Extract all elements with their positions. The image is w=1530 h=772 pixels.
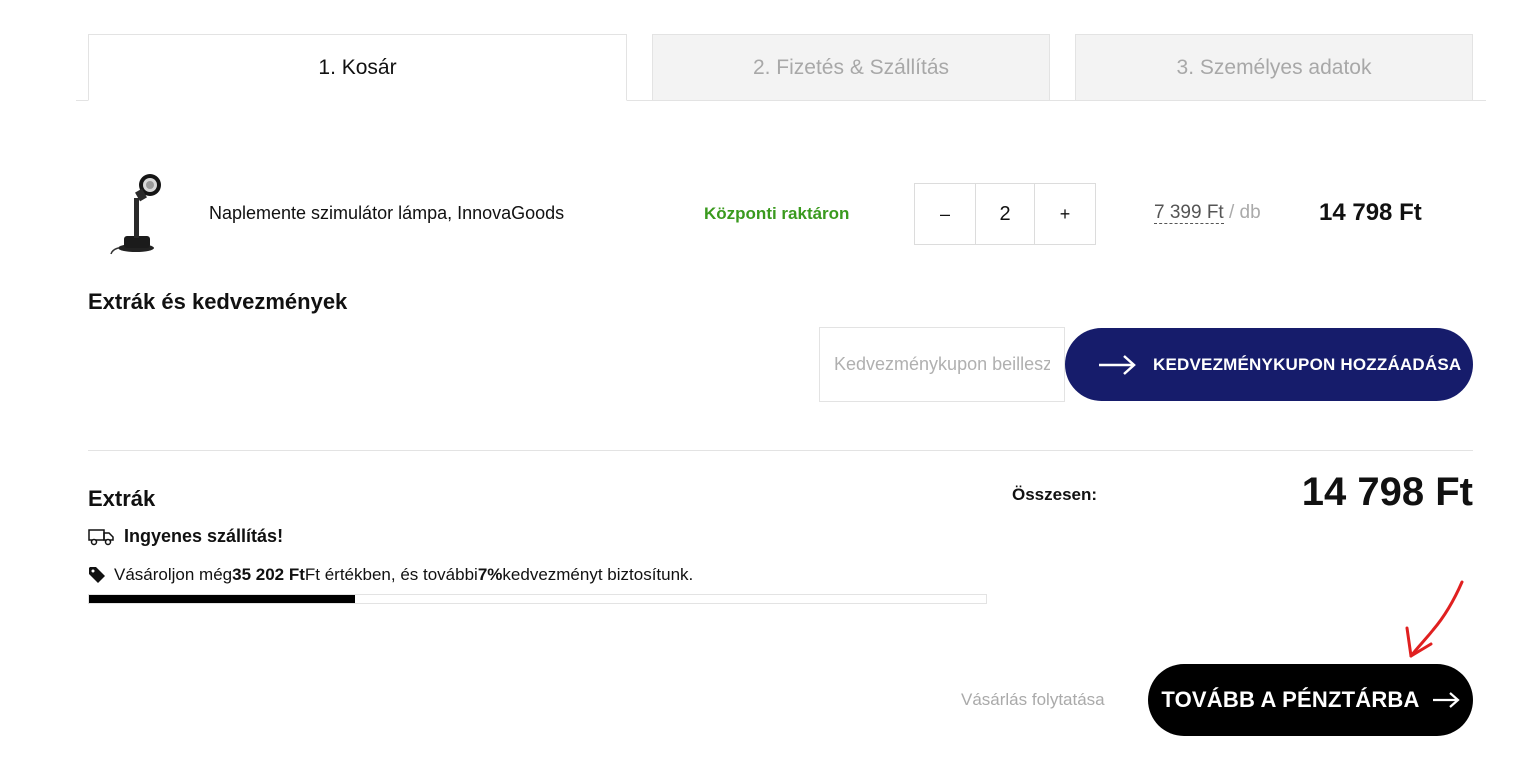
promo-suffix: kedvezményt biztosítunk. bbox=[502, 565, 694, 584]
extras-discounts-title: Extrák és kedvezmények bbox=[88, 289, 348, 314]
quantity-value[interactable]: 2 bbox=[975, 184, 1035, 244]
total-value: 14 798 Ft bbox=[1301, 470, 1473, 514]
arrow-right-icon bbox=[1432, 692, 1460, 708]
promo-prefix: Vásároljon még bbox=[114, 565, 233, 584]
quantity-stepper: – 2 + bbox=[914, 183, 1096, 245]
stock-status: Központi raktáron bbox=[704, 204, 850, 223]
promo-percent: 7% bbox=[477, 565, 503, 584]
line-total: 14 798 Ft bbox=[1319, 199, 1422, 226]
section-divider bbox=[88, 450, 1473, 451]
tag-icon bbox=[89, 567, 105, 583]
promo-middle: Ft értékben, és további bbox=[304, 565, 478, 584]
tab-cart[interactable]: 1. Kosár bbox=[88, 34, 627, 101]
checkout-button[interactable]: TOVÁBB A PÉNZTÁRBA bbox=[1148, 664, 1473, 736]
coupon-input[interactable] bbox=[819, 327, 1065, 402]
tab-personal-data[interactable]: 3. Személyes adatok bbox=[1075, 34, 1473, 101]
quantity-increase-button[interactable]: + bbox=[1035, 184, 1095, 244]
add-coupon-button[interactable]: KEDVEZMÉNYKUPON HOZZÁADÁSA bbox=[1065, 328, 1473, 401]
tab-payment-shipping[interactable]: 2. Fizetés & Szállítás bbox=[652, 34, 1050, 101]
annotation-arrow-icon bbox=[1405, 580, 1464, 658]
free-shipping-text: Ingyenes szállítás! bbox=[124, 526, 284, 546]
product-name[interactable]: Naplemente szimulátor lámpa, InnovaGoods bbox=[209, 203, 564, 224]
discount-promo-note: Vásároljon még 35 202 Ft Ft értékben, és… bbox=[88, 565, 693, 585]
total-label: Összesen: bbox=[1012, 485, 1098, 504]
discount-progress-fill bbox=[89, 595, 356, 603]
unit-price-suffix: / db bbox=[1223, 202, 1261, 223]
extras-title: Extrák bbox=[88, 486, 156, 511]
promo-amount: 35 202 Ft bbox=[232, 565, 305, 584]
unit-price: 7 399 Ft / db bbox=[1154, 202, 1261, 224]
free-shipping-note: Ingyenes szállítás! bbox=[88, 526, 283, 547]
product-image[interactable] bbox=[110, 170, 164, 256]
arrow-right-icon bbox=[1099, 354, 1136, 375]
discount-progress-bar bbox=[88, 594, 987, 604]
add-coupon-button-label: KEDVEZMÉNYKUPON HOZZÁADÁSA bbox=[1153, 354, 1462, 374]
checkout-button-label: TOVÁBB A PÉNZTÁRBA bbox=[1161, 687, 1420, 712]
quantity-decrease-button[interactable]: – bbox=[915, 184, 975, 244]
continue-shopping-link[interactable]: Vásárlás folytatása bbox=[961, 690, 1105, 710]
unit-price-amount: 7 399 Ft bbox=[1154, 202, 1224, 224]
truck-icon bbox=[88, 528, 114, 545]
